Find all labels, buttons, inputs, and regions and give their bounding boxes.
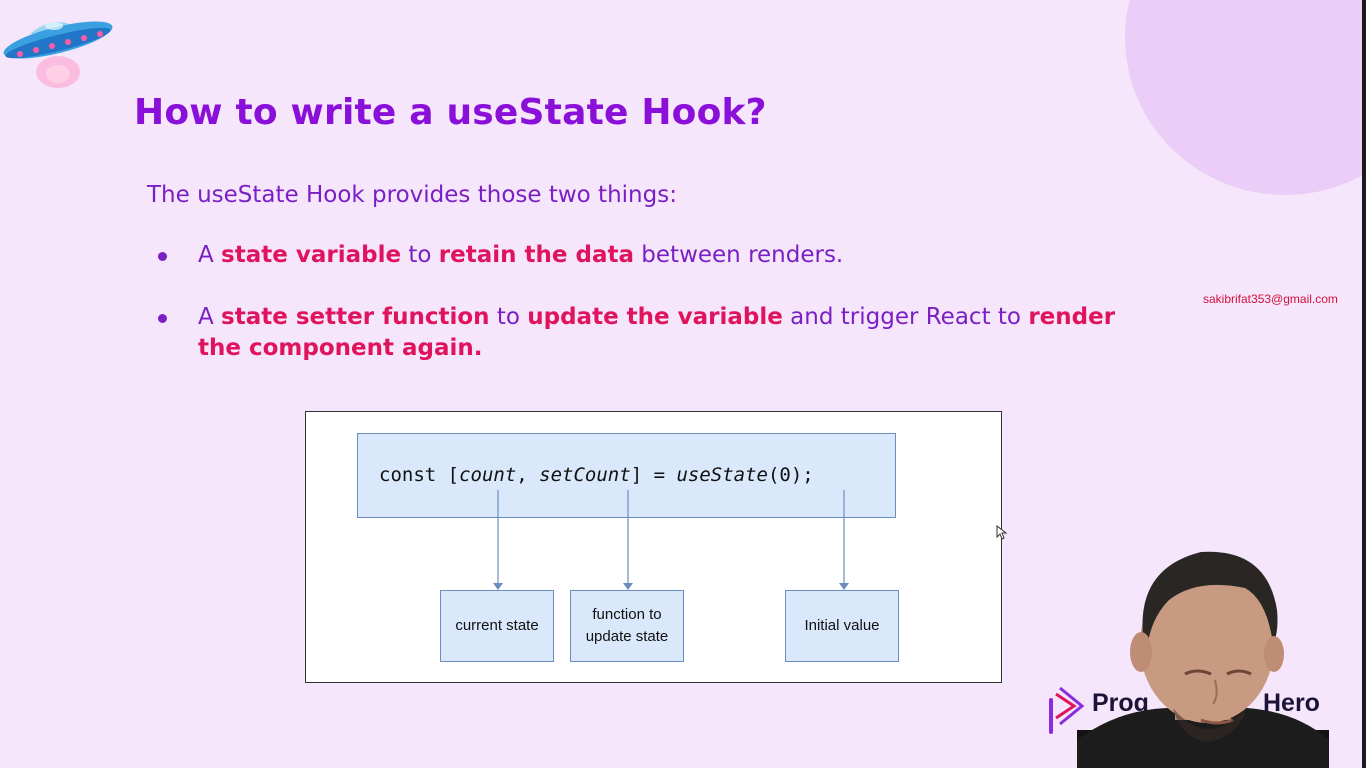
update-state-box: function to update state: [570, 590, 684, 662]
update-state-label-line1: function to: [592, 606, 662, 623]
current-state-label: current state: [455, 617, 539, 634]
slide-stage: How to write a useState Hook? The useSta…: [0, 0, 1366, 768]
arrowhead-icon: [493, 583, 503, 590]
presenter-webcam: [1077, 551, 1329, 768]
bullet-text: A: [198, 242, 222, 268]
highlight-text: update the variable: [527, 304, 783, 330]
update-state-label-line2: update state: [585, 628, 669, 645]
bullet-text: to: [489, 304, 528, 330]
watermark-email: sakibrifat353@gmail.com: [1203, 292, 1338, 306]
current-state-box: current state: [440, 590, 554, 662]
bullet-item: A state setter function to update the va…: [155, 302, 1155, 364]
usestate-diagram: const [count, setCount] = useState(0); c…: [305, 411, 1002, 683]
mouse-cursor-icon: [996, 525, 1008, 540]
bullet-text: A: [198, 304, 222, 330]
bullet-dot-icon: [158, 314, 167, 323]
bullet-dot-icon: [158, 252, 167, 261]
intro-text: The useState Hook provides those two thi…: [147, 182, 677, 208]
decorative-circle: [1125, 0, 1366, 195]
bullet-item: A state variable to retain the data betw…: [155, 240, 1155, 271]
bullet-list: A state variable to retain the data betw…: [155, 240, 1155, 395]
initial-value-box: Initial value: [785, 590, 899, 662]
bullet-text: between renders.: [633, 242, 844, 268]
ufo-icon: [3, 21, 113, 88]
window-edge: [1362, 0, 1366, 768]
initial-value-label: Initial value: [804, 617, 880, 634]
highlight-text: retain the data: [438, 242, 634, 268]
slide-title: How to write a useState Hook?: [134, 92, 767, 133]
arrowhead-icon: [623, 583, 633, 590]
bullet-text: and trigger React to: [782, 304, 1029, 330]
highlight-text: state setter function: [221, 304, 490, 330]
arrowhead-icon: [839, 583, 849, 590]
bullet-text: to: [401, 242, 439, 268]
highlight-text: .: [473, 335, 483, 361]
highlight-text: state variable: [221, 242, 402, 268]
